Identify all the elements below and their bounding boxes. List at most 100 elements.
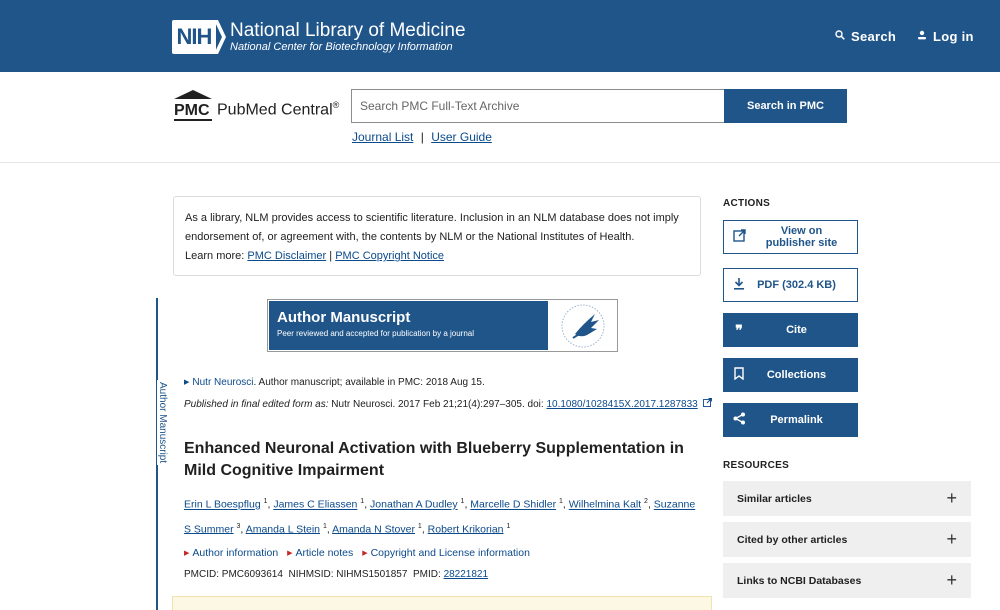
quote-icon: ❞ [735,321,743,338]
author-manuscript-vertical-label: Author Manuscript [157,380,168,466]
learn-more-label: Learn more: [185,250,245,262]
pmc-mark-text: PMC [174,102,210,119]
author-link[interactable]: James C Eliassen [273,499,357,511]
expand-triangle-icon: ▶ [184,550,190,557]
external-link-icon [702,398,712,409]
journal-link[interactable]: Nutr Neurosci [192,377,253,388]
nih-logo[interactable]: NIH National Library of Medicine Nationa… [172,20,466,54]
bookmark-icon [732,367,746,383]
copyright-info-toggle[interactable]: ▶ Copyright and License information [362,547,530,559]
cite-button[interactable]: ❞ Cite [723,313,858,347]
author-affiliation: 1 [460,498,465,505]
pmc-logo[interactable]: PMC PubMed Central® [172,89,339,121]
view-on-publisher-button[interactable]: View on publisher site [723,220,858,254]
expand-triangle-icon: ▶ [287,550,293,557]
pmc-disclaimer-link[interactable]: PMC Disclaimer [247,250,326,262]
header-divider [0,162,1000,163]
banner-title: Author Manuscript [277,309,411,326]
pmc-logo-mark: PMC [172,89,214,121]
copyright-info-label: Copyright and License information [370,547,530,559]
resources-heading: RESOURCES [723,460,790,471]
author-affiliation: 2 [644,498,648,505]
collections-label: Collections [766,369,827,381]
resource-cited-by[interactable]: Cited by other articles + [723,522,971,557]
article-notes-label: Article notes [295,547,354,559]
author-affiliation: 1 [417,522,422,530]
header-login-label: Log in [933,29,974,44]
nih-title: National Library of Medicine [230,19,466,41]
nih-subtitle: National Center for Biotechnology Inform… [230,40,453,53]
published-label: Published in final edited form as: [184,399,329,410]
permalink-button[interactable]: Permalink [723,403,858,437]
author-affiliation: 1 [263,498,268,505]
author-affiliation: 1 [322,522,327,530]
author-list: Erin L Boespflug 1, James C Eliassen 1, … [184,498,696,535]
article-notes-toggle[interactable]: ▶ Article notes [287,547,353,559]
doi-link[interactable]: 10.1080/1028415X.2017.1287833 [546,399,697,410]
journal-list-link[interactable]: Journal List [352,130,413,144]
author-affiliation: 1 [559,498,563,505]
header-login-button[interactable]: Log in [917,29,974,44]
author-manuscript-banner: Author Manuscript Peer reviewed and acce… [267,299,618,352]
author-affiliation: 1 [360,498,365,505]
article-title: Enhanced Neuronal Activation with Bluebe… [184,440,684,479]
resource-label: Similar articles [737,492,812,505]
author-link[interactable]: Marcelle D Shidler [470,499,556,511]
article-ids: PMCID: PMC6093614 NIHMSID: NIHMS1501857 … [184,569,488,580]
resource-ncbi-links[interactable]: Links to NCBI Databases + [723,563,971,598]
author-link[interactable]: Robert Krikorian [428,523,504,535]
abstract-notice-box [172,596,712,610]
pmid-label: PMID: [413,569,441,580]
cite-label: Cite [786,324,807,336]
pmcid: PMCID: PMC6093614 [184,569,283,580]
disclaimer-separator: | [329,250,333,262]
author-link[interactable]: Erin L Boespflug [184,499,261,511]
sublink-separator: | [420,130,424,144]
author-information-toggle[interactable]: ▶ Author information [184,547,278,559]
pmc-search-input[interactable] [351,89,725,123]
search-in-pmc-button[interactable]: Search in PMC [724,89,847,123]
pmc-sublinks: Journal List | User Guide [352,130,492,144]
journal-line: ▶ Nutr Neurosci. Author manuscript; avail… [184,377,485,388]
author-link[interactable]: Wilhelmina Kalt [569,499,641,511]
author-link[interactable]: Amanda N Stover [332,523,415,535]
download-icon [732,277,746,293]
nih-chevron-icon [214,20,226,54]
header-search-label: Search [851,29,897,44]
pmc-copyright-link[interactable]: PMC Copyright Notice [335,250,444,262]
pdf-label: PDF (302.4 KB) [757,279,836,291]
citation-text: Nutr Neurosci. 2017 Feb 21;21(4):297–305… [328,399,547,410]
resource-label: Links to NCBI Databases [737,574,862,587]
expand-triangle-icon: ▶ [184,379,190,386]
actions-heading: ACTIONS [723,198,771,209]
resource-label: Cited by other articles [737,533,848,546]
article-info-links: ▶ Author information ▶ Article notes ▶ Copy… [184,547,536,559]
header-search-button[interactable]: Search [835,29,896,44]
author-link[interactable]: Amanda L Stein [246,523,320,535]
plus-icon: + [946,488,957,508]
nih-mark-text: NIH [172,20,216,54]
permalink-label: Permalink [770,414,823,426]
user-icon [917,30,927,43]
search-icon [835,30,845,43]
pmid-link[interactable]: 28221821 [444,569,489,580]
citation-line: Published in final edited form as: Nutr … [184,398,712,410]
banner-subtitle: Peer reviewed and accepted for publicati… [277,329,475,338]
author-affiliation: 1 [506,522,511,530]
hhs-seal-icon [561,304,605,348]
pdf-download-button[interactable]: PDF (302.4 KB) [723,268,858,302]
user-guide-link[interactable]: User Guide [431,130,492,144]
collections-button[interactable]: Collections [723,358,858,392]
nlm-disclaimer: As a library, NLM provides access to sci… [173,196,701,276]
author-link[interactable]: Jonathan A Dudley [370,499,458,511]
disclaimer-text: As a library, NLM provides access to sci… [185,212,679,243]
external-link-icon [732,229,746,245]
author-affiliation: 3 [236,522,241,530]
pmc-reg: ® [332,99,340,110]
nih-header: NIH National Library of Medicine Nationa… [0,0,1000,72]
availability-text: . Author manuscript; available in PMC: 2… [253,377,485,388]
nihmsid: NIHMSID: NIHMS1501857 [288,569,408,580]
plus-icon: + [946,570,957,590]
plus-icon: + [946,529,957,549]
resource-similar-articles[interactable]: Similar articles + [723,481,971,516]
